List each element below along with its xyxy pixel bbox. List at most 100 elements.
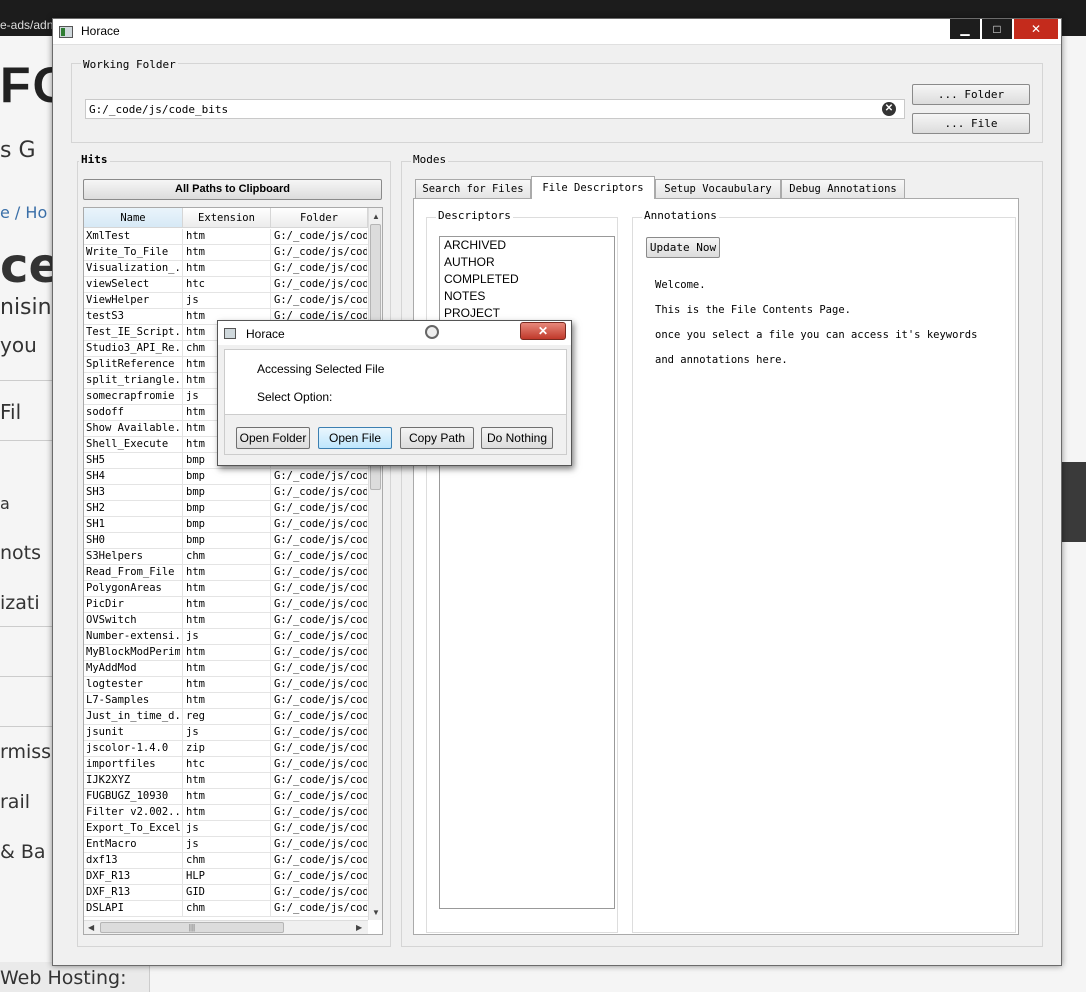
table-row[interactable]: XmlTest htm G:/_code/js/cod bbox=[84, 229, 368, 245]
tab-search-for-files[interactable]: Search for Files bbox=[415, 179, 531, 198]
table-row[interactable]: Export_To_Excel js G:/_code/js/cod bbox=[84, 821, 368, 837]
list-item[interactable]: COMPLETED bbox=[440, 271, 614, 288]
cell-name: SH2 bbox=[86, 502, 105, 514]
cell-extension: htm bbox=[186, 262, 205, 274]
all-paths-to-clipboard-button[interactable]: All Paths to Clipboard bbox=[83, 179, 382, 200]
tab-setup-vocaubulary[interactable]: Setup Vocaubulary bbox=[655, 179, 781, 198]
table-row[interactable]: ViewHelper js G:/_code/js/cod bbox=[84, 293, 368, 309]
table-row[interactable]: jsunit js G:/_code/js/cod bbox=[84, 725, 368, 741]
scroll-up-icon[interactable]: ▲ bbox=[372, 212, 380, 221]
list-item[interactable]: NOTES bbox=[440, 288, 614, 305]
tab-debug-annotations[interactable]: Debug Annotations bbox=[781, 179, 905, 198]
table-row[interactable]: Read_From_File htm G:/_code/js/cod bbox=[84, 565, 368, 581]
folder-button[interactable]: ... Folder bbox=[912, 84, 1030, 105]
column-header-folder[interactable]: Folder bbox=[271, 208, 368, 228]
file-options-dialog: Horace ✕ Accessing Selected File Select … bbox=[217, 320, 572, 466]
cell-name: Shell_Execute bbox=[86, 438, 169, 450]
dialog-close-button[interactable]: ✕ bbox=[520, 322, 566, 340]
table-row[interactable]: dxf13 chm G:/_code/js/cod bbox=[84, 853, 368, 869]
table-row[interactable]: DXF_R13 GID G:/_code/js/cod bbox=[84, 885, 368, 901]
table-row[interactable]: DSLAPI chm G:/_code/js/cod bbox=[84, 901, 368, 917]
window-titlebar[interactable]: Horace ▁ □ ✕ bbox=[53, 19, 1061, 45]
clear-icon[interactable]: ✕ bbox=[882, 102, 896, 116]
file-button[interactable]: ... File bbox=[912, 113, 1030, 134]
close-button[interactable]: ✕ bbox=[1014, 19, 1058, 39]
cell-name: DSLAPI bbox=[86, 902, 124, 914]
cell-extension: htm bbox=[186, 246, 205, 258]
table-row[interactable]: SH4 bmp G:/_code/js/cod bbox=[84, 469, 368, 485]
table-row[interactable]: SH3 bmp G:/_code/js/cod bbox=[84, 485, 368, 501]
table-row[interactable]: Filter v2.002.... htm G:/_code/js/cod bbox=[84, 805, 368, 821]
cell-folder: G:/_code/js/cod bbox=[274, 630, 367, 642]
column-separator bbox=[182, 613, 183, 629]
hits-table[interactable]: Name Extension Folder XmlTest htm G:/_code… bbox=[83, 207, 383, 935]
table-row[interactable]: SH1 bmp G:/_code/js/cod bbox=[84, 517, 368, 533]
column-separator bbox=[182, 437, 183, 453]
scroll-right-icon[interactable]: ▶ bbox=[356, 923, 362, 932]
column-header-name[interactable]: Name bbox=[84, 208, 183, 228]
cell-extension: chm bbox=[186, 550, 205, 562]
tab-file-descriptors[interactable]: File Descriptors bbox=[531, 176, 655, 199]
table-row[interactable]: L7-Samples htm G:/_code/js/cod bbox=[84, 693, 368, 709]
copy-path-button[interactable]: Copy Path bbox=[400, 427, 474, 449]
maximize-button[interactable]: □ bbox=[982, 19, 1012, 39]
cell-name: Write_To_File bbox=[86, 246, 169, 258]
column-separator bbox=[182, 885, 183, 901]
open-file-button[interactable]: Open File bbox=[318, 427, 392, 449]
column-separator bbox=[182, 757, 183, 773]
cell-folder: G:/_code/js/cod bbox=[274, 678, 367, 690]
table-row[interactable]: EntMacro js G:/_code/js/cod bbox=[84, 837, 368, 853]
dialog-titlebar[interactable]: Horace ✕ bbox=[218, 321, 571, 345]
cell-extension: js bbox=[186, 630, 199, 642]
table-row[interactable]: FUGBUGZ_10930 htm G:/_code/js/cod bbox=[84, 789, 368, 805]
bg-divider bbox=[0, 626, 52, 627]
horizontal-scroll-thumb[interactable]: ||| bbox=[100, 922, 284, 933]
cell-extension: htm bbox=[186, 566, 205, 578]
cell-name: MyBlockModPerim bbox=[86, 646, 180, 658]
table-row[interactable]: logtester htm G:/_code/js/cod bbox=[84, 677, 368, 693]
minimize-button[interactable]: ▁ bbox=[950, 19, 980, 39]
dialog-prompt: Select Option: bbox=[257, 390, 333, 404]
column-header-extension[interactable]: Extension bbox=[183, 208, 271, 228]
list-item[interactable]: ARCHIVED bbox=[440, 237, 614, 254]
welcome-line: This is the File Contents Page. bbox=[655, 304, 851, 316]
cell-extension: bmp bbox=[186, 518, 205, 530]
update-now-button[interactable]: Update Now bbox=[646, 237, 720, 258]
cell-extension: chm bbox=[186, 854, 205, 866]
cell-folder: G:/_code/js/cod bbox=[274, 566, 367, 578]
table-row[interactable]: Visualization_... htm G:/_code/js/cod bbox=[84, 261, 368, 277]
table-row[interactable]: PolygonAreas htm G:/_code/js/cod bbox=[84, 581, 368, 597]
column-separator bbox=[182, 661, 183, 677]
table-row[interactable]: MyAddMod htm G:/_code/js/cod bbox=[84, 661, 368, 677]
scroll-down-icon[interactable]: ▼ bbox=[372, 908, 380, 917]
column-separator bbox=[270, 645, 271, 661]
table-row[interactable]: IJK2XYZ htm G:/_code/js/cod bbox=[84, 773, 368, 789]
annotations-label: Annotations bbox=[642, 209, 719, 222]
table-row[interactable]: SH2 bmp G:/_code/js/cod bbox=[84, 501, 368, 517]
cell-extension: htm bbox=[186, 694, 205, 706]
table-row[interactable]: MyBlockModPerim htm G:/_code/js/cod bbox=[84, 645, 368, 661]
cell-name: MyAddMod bbox=[86, 662, 137, 674]
cell-name: DXF_R13 bbox=[86, 886, 131, 898]
cell-extension: reg bbox=[186, 710, 205, 722]
column-separator bbox=[182, 405, 183, 421]
open-folder-button[interactable]: Open Folder bbox=[236, 427, 310, 449]
table-row[interactable]: DXF_R13 HLP G:/_code/js/cod bbox=[84, 869, 368, 885]
do-nothing-button[interactable]: Do Nothing bbox=[481, 427, 553, 449]
table-row[interactable]: PicDir htm G:/_code/js/cod bbox=[84, 597, 368, 613]
table-row[interactable]: viewSelect htc G:/_code/js/cod bbox=[84, 277, 368, 293]
cell-extension: htm bbox=[186, 646, 205, 658]
table-row[interactable]: Number-extensi... js G:/_code/js/cod bbox=[84, 629, 368, 645]
table-row[interactable]: Just_in_time_d... reg G:/_code/js/cod bbox=[84, 709, 368, 725]
table-row[interactable]: SH0 bmp G:/_code/js/cod bbox=[84, 533, 368, 549]
table-row[interactable]: OVSwitch htm G:/_code/js/cod bbox=[84, 613, 368, 629]
scroll-left-icon[interactable]: ◀ bbox=[88, 923, 94, 932]
table-row[interactable]: S3Helpers chm G:/_code/js/cod bbox=[84, 549, 368, 565]
working-folder-input[interactable]: G:/_code/js/code_bits bbox=[85, 99, 905, 119]
table-row[interactable]: Write_To_File htm G:/_code/js/cod bbox=[84, 245, 368, 261]
table-row[interactable]: importfiles htc G:/_code/js/cod bbox=[84, 757, 368, 773]
list-item[interactable]: AUTHOR bbox=[440, 254, 614, 271]
column-separator bbox=[182, 565, 183, 581]
cell-name: sodoff bbox=[86, 406, 124, 418]
table-row[interactable]: jscolor-1.4.0 zip G:/_code/js/cod bbox=[84, 741, 368, 757]
